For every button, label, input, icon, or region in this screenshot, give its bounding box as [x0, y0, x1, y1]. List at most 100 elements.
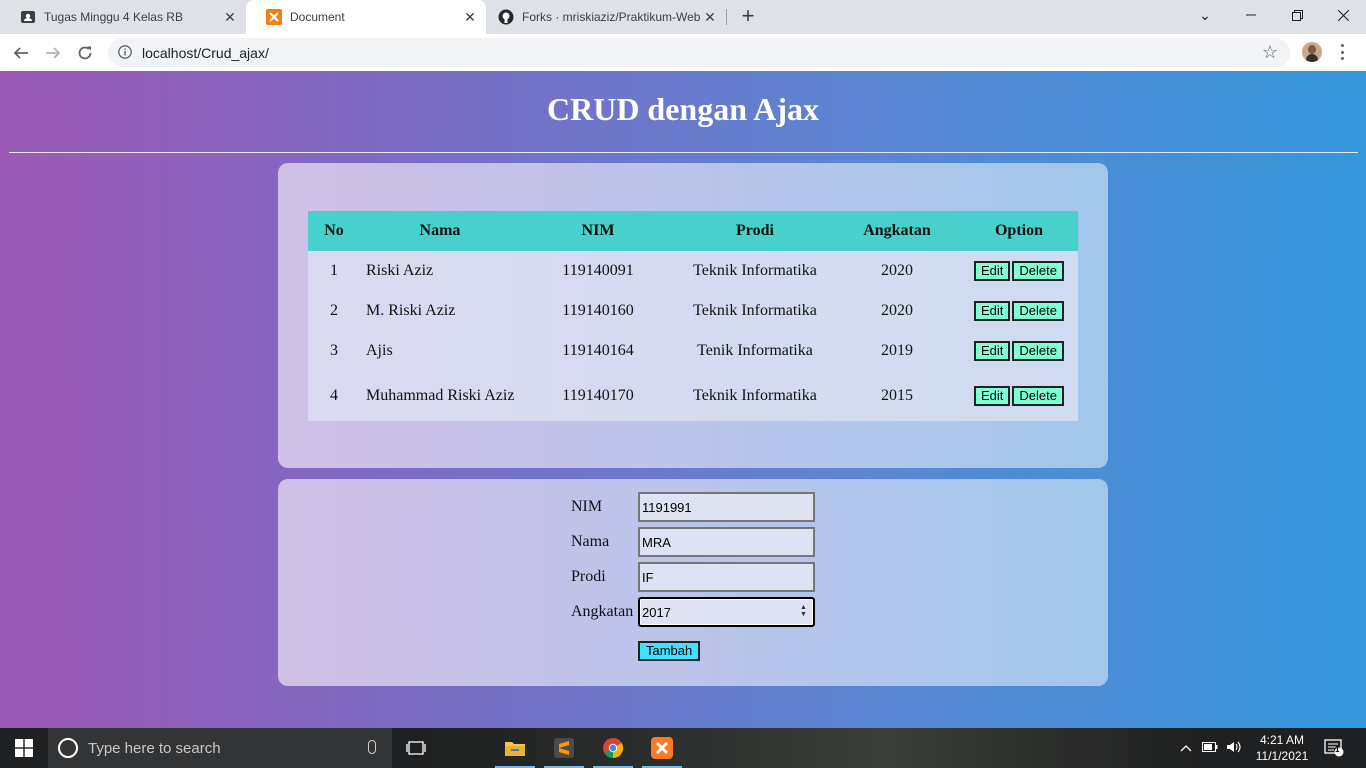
browser-toolbar: localhost/Crud_ajax/ ☆ [0, 34, 1366, 71]
github-icon [498, 9, 514, 25]
horizontal-rule [9, 152, 1358, 153]
notification-count-badge: 1 [1335, 745, 1340, 754]
edit-button[interactable]: Edit [974, 301, 1011, 321]
menu-kebab-icon[interactable] [1336, 42, 1348, 62]
close-icon[interactable]: ✕ [700, 9, 720, 26]
close-icon[interactable]: ✕ [220, 9, 240, 26]
cell-prodi: Tenik Informatika [697, 342, 813, 359]
cell-nim: 119140160 [562, 302, 634, 319]
windows-start-icon[interactable] [0, 728, 48, 768]
task-view-icon[interactable] [392, 728, 440, 768]
tab-separator [726, 9, 727, 25]
edit-button[interactable]: Edit [974, 261, 1011, 281]
file-explorer-icon[interactable] [491, 728, 539, 768]
cell-prodi: Teknik Informatika [693, 387, 817, 404]
cell-no: 3 [330, 342, 338, 359]
table-panel: No Nama NIM Prodi Angkatan Option 1 Risk… [278, 163, 1108, 468]
page-viewport: CRUD dengan Ajax No Nama NIM Prodi Angka… [0, 71, 1366, 728]
data-table: No Nama NIM Prodi Angkatan Option 1 Risk… [308, 211, 1078, 421]
notification-center-icon[interactable]: 1 [1324, 728, 1344, 768]
cell-nim: 119140164 [562, 342, 634, 359]
clock-date: 11/1/2021 [1255, 749, 1309, 763]
taskbar-search-box[interactable]: Type here to search [48, 728, 392, 768]
edit-button[interactable]: Edit [974, 341, 1011, 361]
page-title: CRUD dengan Ajax [546, 91, 820, 127]
cell-prodi: Teknik Informatika [693, 302, 817, 319]
microphone-icon[interactable] [368, 740, 376, 754]
clock-time: 4:21 AM [1259, 733, 1305, 747]
windows-taskbar: Type here to search 4:21 AM 11/1/2021 1 [0, 728, 1366, 768]
cell-no: 2 [330, 302, 338, 319]
reload-icon [78, 46, 92, 60]
close-window-button[interactable] [1320, 0, 1366, 30]
profile-avatar[interactable] [1302, 42, 1322, 62]
edit-button[interactable]: Edit [974, 386, 1011, 406]
volume-icon[interactable] [1226, 740, 1242, 757]
angkatan-field: ▲▼ [638, 597, 815, 627]
chrome-icon[interactable] [589, 728, 637, 768]
battery-icon[interactable] [1202, 741, 1218, 755]
tab-forks[interactable]: Forks · mriskiaziz/Praktikum-Web ✕ [486, 0, 726, 34]
col-angkatan: Angkatan [863, 222, 931, 239]
restore-button[interactable] [1274, 0, 1320, 30]
tab-title: Tugas Minggu 4 Kelas RB [44, 10, 183, 24]
prodi-input[interactable] [638, 562, 815, 592]
forward-button[interactable] [40, 40, 66, 66]
sublime-text-icon[interactable] [540, 728, 588, 768]
angkatan-label: Angkatan [571, 603, 634, 620]
close-icon[interactable]: ✕ [460, 9, 480, 26]
back-button[interactable] [8, 40, 34, 66]
cell-angkatan: 2020 [881, 302, 913, 319]
tambah-button[interactable]: Tambah [638, 641, 701, 661]
tab-tugas[interactable]: Tugas Minggu 4 Kelas RB ✕ [0, 0, 246, 34]
reload-button[interactable] [72, 40, 98, 66]
tab-search-chevron-icon[interactable]: ⌄ [1182, 0, 1228, 30]
col-nim: NIM [581, 222, 615, 239]
col-prodi: Prodi [736, 222, 774, 239]
cell-option: Edit Delete [960, 251, 1078, 291]
delete-button[interactable]: Delete [1012, 386, 1064, 406]
table-row: 2 M. Riski Aziz 119140160 Teknik Informa… [308, 291, 1078, 331]
prodi-label: Prodi [571, 568, 606, 585]
search-placeholder: Type here to search [88, 739, 221, 757]
table-row: 1 Riski Aziz 119140091 Teknik Informatik… [308, 251, 1078, 291]
nim-label: NIM [571, 498, 603, 515]
cell-no: 4 [330, 387, 338, 404]
col-option: Option [994, 222, 1043, 239]
bookmark-star-icon[interactable]: ☆ [1262, 42, 1278, 63]
new-tab-button[interactable]: + [736, 5, 760, 29]
angkatan-input[interactable] [638, 597, 815, 627]
angkatan-row: Angkatan ▲▼ [571, 597, 815, 627]
cell-prodi: Teknik Informatika [693, 262, 817, 279]
form-panel: NIM Nama Prodi Angkatan ▲▼ Tambah [278, 479, 1108, 686]
cell-no: 1 [330, 262, 338, 279]
info-icon[interactable] [118, 45, 132, 59]
col-nama: Nama [419, 222, 461, 239]
cell-angkatan: 2019 [881, 342, 913, 359]
delete-button[interactable]: Delete [1012, 341, 1064, 361]
nim-row: NIM [571, 492, 815, 522]
spinner-arrows-icon[interactable]: ▲ ▼ [800, 604, 809, 618]
nim-input[interactable] [638, 492, 815, 522]
minimize-button[interactable] [1228, 0, 1274, 30]
delete-button[interactable]: Delete [1012, 301, 1064, 321]
cell-option: Edit Delete [960, 371, 1078, 421]
system-tray [1180, 728, 1242, 768]
xampp-icon [266, 9, 282, 25]
classroom-icon [20, 9, 36, 25]
nama-label: Nama [571, 533, 610, 550]
cell-angkatan: 2015 [881, 387, 913, 404]
nama-input[interactable] [638, 527, 815, 557]
chevron-up-icon[interactable] [1180, 741, 1192, 755]
address-bar[interactable]: localhost/Crud_ajax/ ☆ [108, 38, 1290, 67]
cortana-icon [58, 738, 78, 758]
xampp-taskbar-icon[interactable] [638, 728, 686, 768]
delete-button[interactable]: Delete [1012, 261, 1064, 281]
tab-title: Document [290, 10, 345, 24]
table-row: 4 Muhammad Riski Aziz 119140170 Teknik I… [308, 371, 1078, 421]
col-no: No [324, 222, 344, 239]
taskbar-clock[interactable]: 4:21 AM 11/1/2021 [1250, 732, 1314, 764]
cell-nim: 119140091 [562, 262, 634, 279]
tab-document[interactable]: Document ✕ [246, 0, 486, 34]
arrow-right-icon [46, 47, 61, 59]
